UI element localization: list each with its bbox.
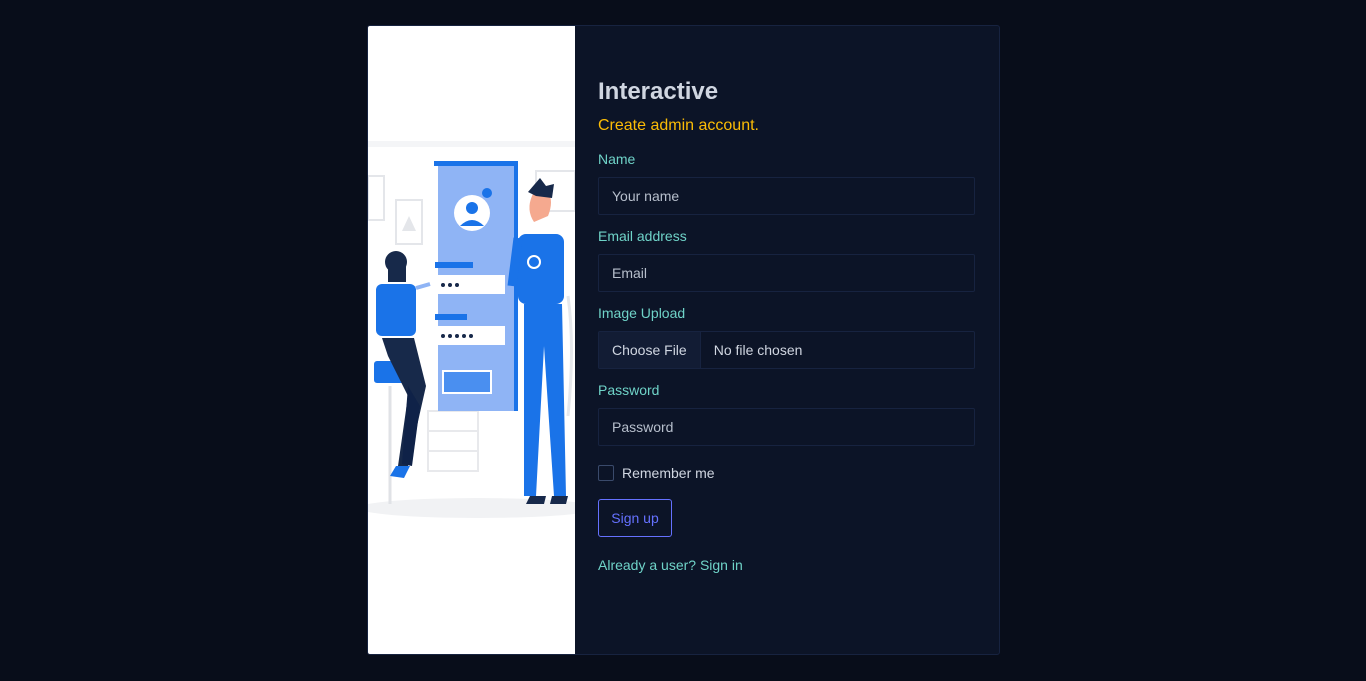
name-label: Name <box>598 151 636 167</box>
image-upload-field[interactable]: Choose File No file chosen <box>598 331 975 369</box>
image-upload-label: Image Upload <box>598 305 686 321</box>
remember-me-row: Remember me <box>598 464 975 482</box>
password-input[interactable] <box>598 408 975 446</box>
sign-up-button[interactable]: Sign up <box>598 499 672 537</box>
form-subtitle: Create admin account. <box>598 117 759 134</box>
people-login-illustration <box>368 141 575 518</box>
signup-illustration <box>368 26 575 654</box>
signup-card: Interactive Create admin account. Name E… <box>367 25 1000 655</box>
signup-form: Interactive Create admin account. Name E… <box>575 26 999 654</box>
file-status-text: No file chosen <box>713 342 803 358</box>
email-label: Email address <box>598 228 687 244</box>
email-input[interactable] <box>598 254 975 292</box>
sign-in-link[interactable]: Already a user? Sign in <box>598 556 975 574</box>
remember-me-checkbox[interactable] <box>598 465 614 481</box>
password-label: Password <box>598 382 660 398</box>
choose-file-button[interactable]: Choose File <box>599 332 701 368</box>
brand-title: Interactive <box>598 78 719 105</box>
name-input[interactable] <box>598 177 975 215</box>
remember-me-label[interactable]: Remember me <box>622 465 715 481</box>
